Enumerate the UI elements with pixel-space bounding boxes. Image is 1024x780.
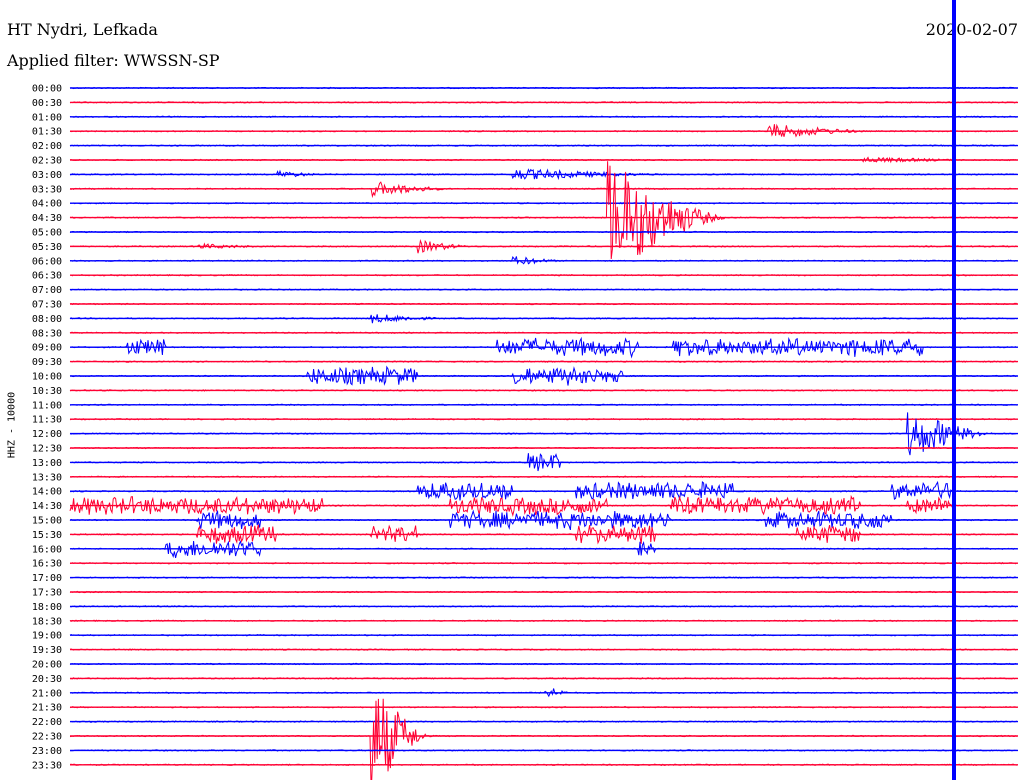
row-time-label: 16:00: [32, 544, 62, 555]
row-time-label: 18:00: [32, 602, 62, 613]
row-time-label: 12:00: [32, 429, 62, 440]
row-time-label: 20:00: [32, 660, 62, 671]
row-time-label: 03:00: [32, 170, 62, 181]
row-time-label: 04:30: [32, 213, 62, 224]
row-time-label: 01:00: [32, 112, 62, 123]
row-time-label: 06:30: [32, 271, 62, 282]
trace-row-2230: [69, 698, 1018, 780]
row-time-label: 23:30: [32, 760, 62, 771]
row-time-label: 09:30: [32, 357, 62, 368]
row-time-label: 17:00: [32, 573, 62, 584]
row-time-label: 13:30: [32, 472, 62, 483]
row-time-label: 18:30: [32, 616, 62, 627]
row-time-label: 08:00: [32, 314, 62, 325]
row-time-label: 10:30: [32, 386, 62, 397]
trace-row-0600: [69, 256, 1017, 265]
row-time-label: 19:30: [32, 645, 62, 656]
helicorder-plot: 00:00 00:30 01:00 01:30 02:00 02:30 03:00 03:30…: [32, 0, 1018, 780]
row-time-label: 15:30: [32, 530, 62, 541]
row-time-label: 08:30: [32, 328, 62, 339]
row-time-label: 12:30: [32, 444, 62, 455]
row-time-label: 22:30: [32, 732, 62, 743]
row-time-label: 03:30: [32, 184, 62, 195]
row-time-label: 17:30: [32, 588, 62, 599]
row-time-label: 00:30: [32, 98, 62, 109]
row-time-label: 04:00: [32, 199, 62, 210]
row-time-label: 16:30: [32, 559, 62, 570]
row-time-label: 20:30: [32, 674, 62, 685]
row-time-label: 15:00: [32, 516, 62, 527]
row-time-label: 14:00: [32, 487, 62, 498]
row-time-label: 22:00: [32, 717, 62, 728]
row-time-label: 19:00: [32, 631, 62, 642]
row-time-label: 21:00: [32, 688, 62, 699]
row-time-label: 05:30: [32, 242, 62, 253]
row-time-label: 13:00: [32, 458, 62, 469]
row-time-label: 01:30: [32, 127, 62, 138]
row-time-label: 00:00: [32, 84, 62, 95]
row-time-label: 14:30: [32, 501, 62, 512]
row-time-label: 10:00: [32, 372, 62, 383]
row-time-label: 11:00: [32, 400, 62, 411]
seismic-traces: [69, 86, 1018, 780]
row-time-label: 09:00: [32, 343, 62, 354]
row-time-label: 02:00: [32, 141, 62, 152]
row-time-label: 02:30: [32, 156, 62, 167]
row-time-label: 06:00: [32, 256, 62, 267]
row-time-label: 07:30: [32, 300, 62, 311]
row-time-label: 07:00: [32, 285, 62, 296]
row-time-label: 21:30: [32, 703, 62, 714]
time-axis-labels: 00:00 00:30 01:00 01:30 02:00 02:30 03:00 03:30…: [32, 84, 62, 772]
row-time-label: 05:00: [32, 228, 62, 239]
row-time-label: 11:30: [32, 415, 62, 426]
row-time-label: 23:00: [32, 746, 62, 757]
